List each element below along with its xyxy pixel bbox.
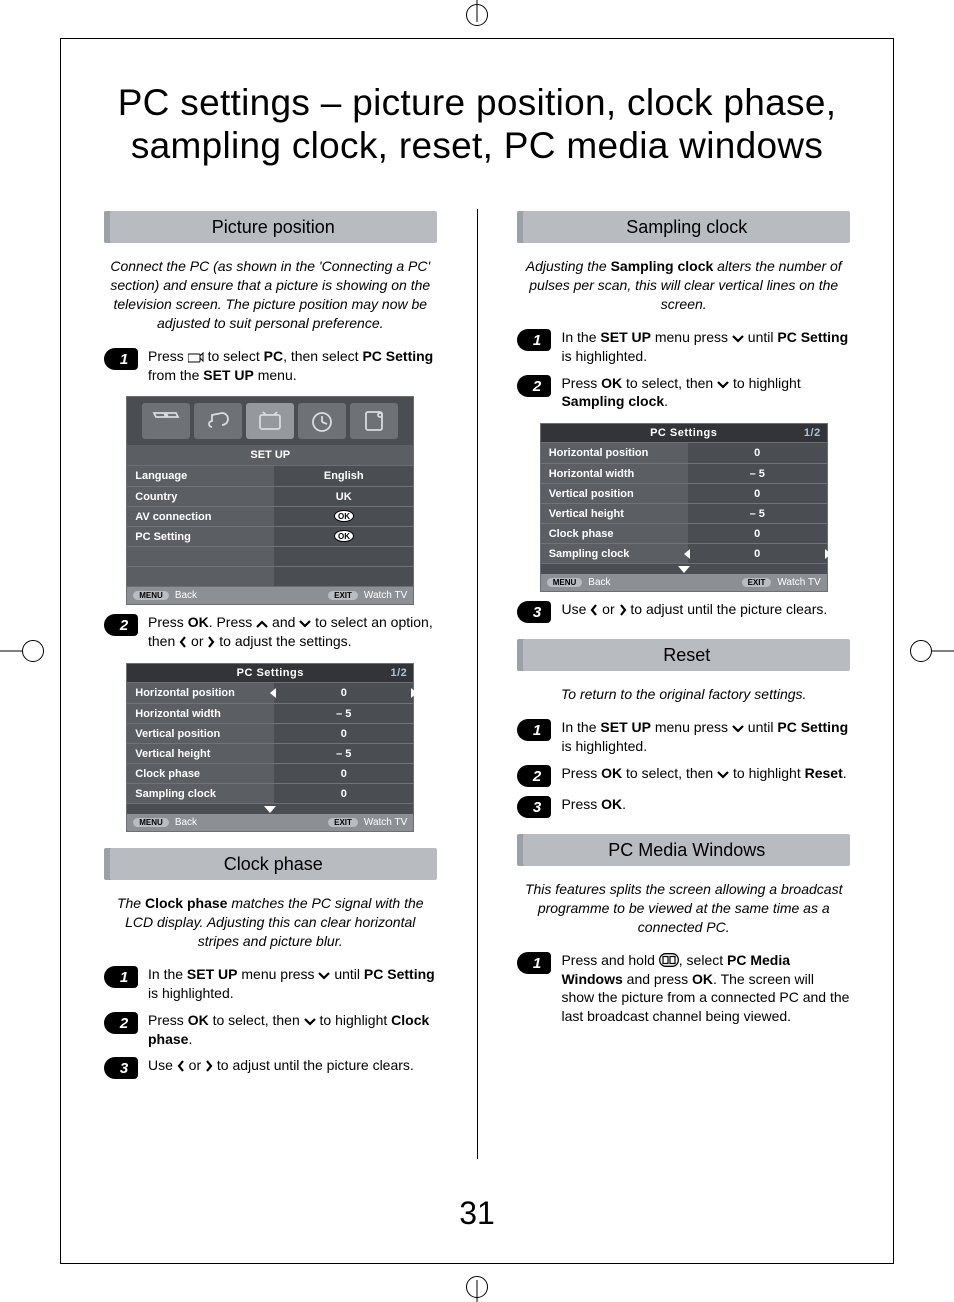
svg-text:OK: OK	[338, 532, 350, 541]
pip-button-icon	[659, 953, 679, 967]
menu-pill: MENU	[133, 591, 169, 600]
osd-more-down-icon	[126, 804, 414, 814]
exit-pill: EXIT	[328, 591, 358, 600]
svg-text:2: 2	[532, 378, 542, 395]
svg-text:3: 3	[533, 604, 542, 621]
chevron-down-icon	[318, 971, 330, 981]
svg-text:1: 1	[533, 722, 541, 739]
chevron-right-icon	[205, 1060, 213, 1072]
step-badge-1: 1	[517, 952, 551, 974]
section-header-picture-position: Picture position	[104, 211, 437, 243]
chevron-down-icon	[732, 334, 744, 344]
svg-text:1: 1	[120, 351, 128, 368]
svg-text:3: 3	[533, 799, 542, 816]
step-badge-2: 2	[517, 375, 551, 397]
step-badge-1: 1	[517, 329, 551, 351]
osd-tile-lock-icon	[350, 403, 398, 439]
osd-tile-timer-icon	[298, 403, 346, 439]
intro-picture-position: Connect the PC (as shown in the 'Connect…	[110, 257, 431, 333]
svg-text:1: 1	[533, 955, 541, 972]
osd-pc-settings: PC Settings1/2 Horizontal position0 Hori…	[126, 663, 414, 832]
chevron-left-icon	[179, 636, 187, 648]
section-header-reset: Reset	[517, 639, 850, 671]
right-column: Sampling clock Adjusting the Sampling cl…	[517, 195, 850, 1159]
step-2: 2 Press OK. Press and to select an optio…	[104, 613, 437, 651]
osd-setup-title: SET UP	[126, 445, 414, 465]
osd-body: LanguageEnglish CountryUK AV connectionO…	[126, 465, 414, 587]
chevron-down-icon	[304, 1017, 316, 1027]
section-header-sampling-clock: Sampling clock	[517, 211, 850, 243]
svg-text:2: 2	[532, 768, 542, 785]
step-badge-3: 3	[517, 601, 551, 623]
column-divider	[477, 209, 478, 1159]
osd-pc-settings-sampling: PC Settings1/2 Horizontal position0 Hori…	[540, 423, 828, 592]
step-badge-1: 1	[104, 348, 138, 370]
osd-row-label: Language	[127, 466, 274, 486]
intro-clock-phase: The Clock phase matches the PC signal wi…	[110, 894, 431, 951]
step-badge-2: 2	[104, 614, 138, 636]
step-badge-1: 1	[104, 966, 138, 988]
osd-footer: MENU Back EXIT Watch TV	[126, 587, 414, 605]
osd-tile-sound-icon	[194, 403, 242, 439]
chevron-down-icon	[299, 619, 311, 629]
chevron-right-icon	[619, 604, 627, 616]
osd-row-value: English	[274, 470, 413, 482]
section-header-pc-media: PC Media Windows	[517, 834, 850, 866]
svg-text:3: 3	[120, 1060, 129, 1077]
chevron-left-icon	[177, 1060, 185, 1072]
osd-tile-setup-icon	[246, 403, 294, 439]
step-badge-1: 1	[517, 719, 551, 741]
svg-text:2: 2	[119, 617, 129, 634]
left-column: Picture position Connect the PC (as show…	[104, 195, 437, 1159]
step-1: 1 Press to select PC, then select PC Set…	[104, 347, 437, 385]
svg-text:OK: OK	[338, 512, 350, 521]
step-badge-3: 3	[517, 796, 551, 818]
step-text: Press to select PC, then select PC Setti…	[148, 347, 437, 385]
page-title: PC settings – picture position, clock ph…	[104, 82, 850, 167]
chevron-down-icon	[732, 724, 744, 734]
osd-tile-picture-icon	[142, 403, 190, 439]
chevron-up-icon	[256, 619, 268, 629]
osd-more-down-icon	[540, 564, 828, 574]
page-number: 31	[104, 1195, 850, 1232]
intro-sampling-clock: Adjusting the Sampling clock alters the …	[523, 257, 844, 314]
input-select-icon	[188, 351, 204, 363]
osd-setup-menu: SET UP LanguageEnglish CountryUK AV conn…	[126, 396, 414, 605]
step-badge-3: 3	[104, 1057, 138, 1079]
step-badge-2: 2	[104, 1012, 138, 1034]
ok-icon: OK	[334, 510, 354, 522]
step-badge-2: 2	[517, 765, 551, 787]
section-header-clock-phase: Clock phase	[104, 848, 437, 880]
intro-reset: To return to the original factory settin…	[523, 685, 844, 704]
svg-text:1: 1	[120, 969, 128, 986]
chevron-down-icon	[717, 770, 729, 780]
intro-pc-media: This features splits the screen allowing…	[523, 880, 844, 937]
svg-text:1: 1	[533, 332, 541, 349]
osd-icon-bar	[126, 396, 414, 445]
osd-page-indicator: 1/2	[390, 667, 407, 679]
ok-icon: OK	[334, 530, 354, 542]
chevron-down-icon	[717, 380, 729, 390]
svg-text:2: 2	[119, 1015, 129, 1032]
page: PC settings – picture position, clock ph…	[0, 0, 954, 1302]
osd-header: PC Settings1/2	[126, 663, 414, 682]
